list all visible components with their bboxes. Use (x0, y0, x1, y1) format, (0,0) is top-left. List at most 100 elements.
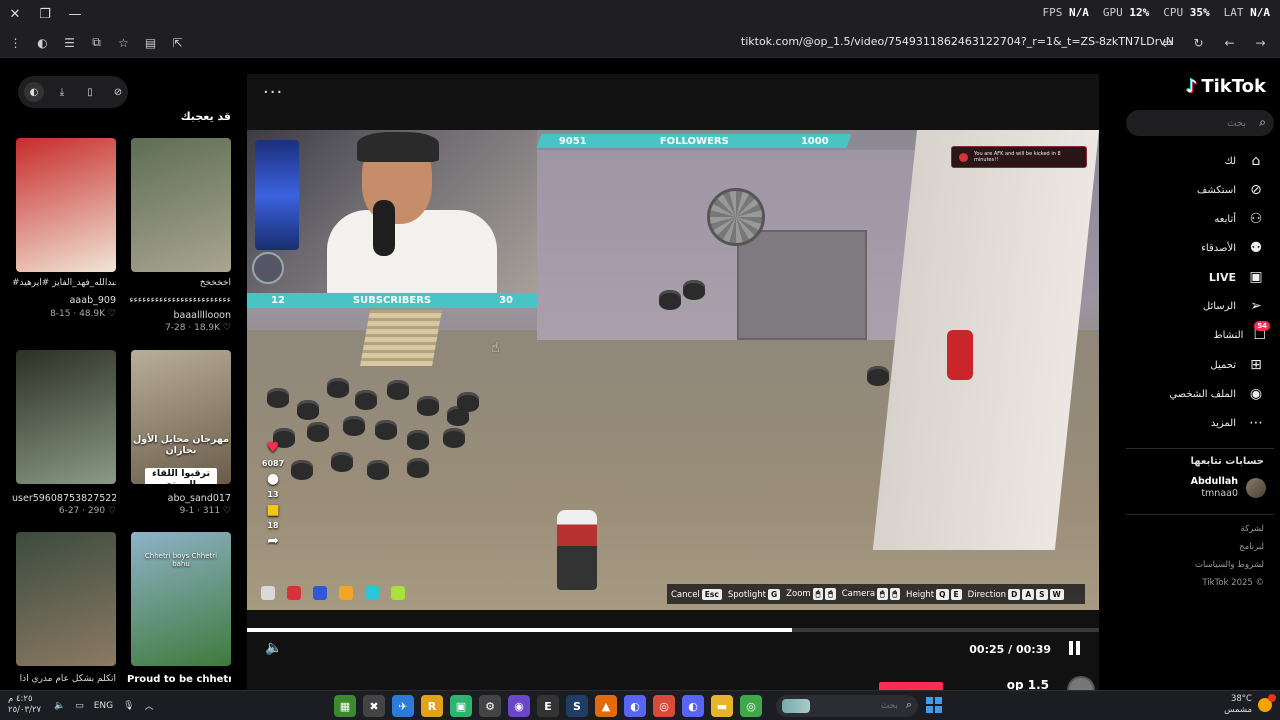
clock-time: ٤:٢٥ م (8, 694, 33, 704)
streamer-shirt (327, 210, 497, 298)
pause-button[interactable] (1069, 641, 1083, 655)
search-icon[interactable]: ⌕ (906, 698, 912, 712)
minimize-window-button[interactable]: — (60, 0, 90, 28)
taskbar-app-tool-icon[interactable]: ✖ (363, 695, 385, 717)
close-window-button[interactable]: ✕ (0, 0, 30, 28)
network-icon[interactable]: ▭ (75, 701, 84, 711)
language-indicator[interactable]: ENG (94, 701, 113, 711)
hud-key: W (1049, 588, 1064, 600)
game-barrel (343, 416, 365, 436)
taskbar-app-rockstar-icon[interactable]: R (421, 695, 443, 717)
creator-avatar-icon[interactable]: ◐ (24, 82, 44, 102)
taskbar-app-chrome-icon[interactable]: ◎ (740, 695, 762, 717)
compass-icon[interactable]: ⊘ (108, 82, 128, 102)
game-barrel (407, 430, 429, 450)
hud-label: Zoom (786, 589, 811, 599)
taskbar-app-epic-icon[interactable]: E (537, 695, 559, 717)
taskbar-app-chrome-active-icon[interactable]: ◎ (653, 695, 675, 717)
nav-item-live[interactable]: LIVE ▣ (1209, 266, 1266, 288)
restore-window-button[interactable]: ❐ (30, 0, 60, 28)
video-frame[interactable]: 9051 FOLLOWERS 1000 12 SUBSCRIBERS 30 Yo… (247, 130, 1099, 610)
video-thumbnail-5[interactable] (16, 532, 116, 666)
video-thumbnail-6[interactable]: Chhetri boys Chhetri bahu (131, 532, 231, 666)
follow-button-peek[interactable] (879, 682, 943, 690)
performance-overlay: FPS N/A GPU 12% CPU 35% LAT N/A (1043, 6, 1271, 19)
video-thumbnail-2[interactable] (131, 138, 231, 272)
video-author-2[interactable]: baaallllooon (127, 310, 231, 321)
streamer-webcam (247, 130, 537, 298)
nav-item-following[interactable]: أتابعه ⚇ (1214, 208, 1266, 230)
taskbar-app-explorer-icon[interactable]: ▬ (711, 695, 733, 717)
taskbar-app-settings-icon[interactable]: ⚙ (479, 695, 501, 717)
taskbar-app-discord-icon[interactable]: ◐ (624, 695, 646, 717)
volume-icon[interactable]: 🔈 (265, 640, 282, 656)
nav-item-home[interactable]: لك ⌂ (1225, 150, 1266, 172)
video-thumbnail-4[interactable]: مهرجان محايل الأول بجازان ترقبوا اللقاء … (131, 350, 231, 484)
speaker-icon[interactable]: 🔈 (54, 701, 65, 711)
taskbar-app-discord2-icon[interactable]: ◐ (682, 695, 704, 717)
profile-icon[interactable]: ◐ (31, 31, 54, 55)
video-progress-bar[interactable] (247, 628, 1099, 632)
game-barrel (297, 400, 319, 420)
tray-chevron-icon[interactable]: ︿ (145, 699, 154, 712)
phone-icon[interactable]: ▯ (80, 82, 100, 102)
taskbar-app-android-icon[interactable]: ▣ (450, 695, 472, 717)
subscribers-label: SUBSCRIBERS (352, 295, 432, 306)
share-arrow-icon[interactable]: ➦ (267, 533, 279, 549)
taskbar-app-steam-icon[interactable]: S (566, 695, 588, 717)
like-icon[interactable]: ♥ (267, 440, 280, 456)
video-thumbnail-1[interactable] (16, 138, 116, 272)
taskbar-app-messenger-icon[interactable]: ✈ (392, 695, 414, 717)
nav-item-messages[interactable]: الرسائل ➢ (1203, 295, 1266, 317)
footer-program-link[interactable]: لبرنامج (1239, 542, 1264, 552)
address-url[interactable]: tiktok.com/@op_1.5/video/754931186246312… (741, 35, 1174, 48)
extensions-icon[interactable]: ⧉ (85, 31, 108, 55)
nav-item-friends[interactable]: الأصدقاء ⚉ (1201, 237, 1266, 259)
nav-item-activity[interactable]: النشاط ☐ 54 (1213, 321, 1270, 346)
back-icon[interactable]: ← (1218, 31, 1241, 55)
reload-icon[interactable]: ↻ (1187, 31, 1210, 55)
weather-widget[interactable]: 38°C مشمس (1224, 694, 1276, 716)
menu-dots-icon[interactable]: ⋮ (4, 31, 27, 55)
taskbar-app-minecraft-icon[interactable]: ▦ (334, 695, 356, 717)
search-icon[interactable]: ⌕ (1259, 115, 1266, 130)
forward-icon[interactable]: → (1249, 31, 1272, 55)
taskbar-app-vlc-icon[interactable]: ▲ (595, 695, 617, 717)
tiktok-logo[interactable]: ♪ TikTok (1186, 76, 1266, 97)
nav-item-profile[interactable]: الملف الشخصي ◉ (1169, 383, 1266, 405)
video-author-1[interactable]: aaab_909 (12, 295, 116, 306)
hud-color-dot (287, 586, 301, 600)
subscribers-goal-bar: 12 SUBSCRIBERS 30 (247, 293, 537, 308)
followed-account[interactable]: Abdullah tmnaa0 (1191, 476, 1266, 500)
bookmark-icon[interactable]: ■ (266, 502, 279, 518)
bookmark-star-icon[interactable]: ☆ (112, 31, 135, 55)
hud-control-camera: Camera 🖱 🖱 (842, 588, 901, 600)
site-settings-icon[interactable]: ⇌ (1156, 31, 1179, 55)
footer-company-link[interactable]: لشركة (1241, 524, 1264, 534)
reading-list-icon[interactable]: ☰ (58, 31, 81, 55)
comment-icon[interactable]: ● (267, 471, 279, 487)
taskbar-clock[interactable]: ٤:٢٥ م ٢٥/٠٣/٢٧ (8, 694, 41, 716)
more-options-icon[interactable]: ··· (263, 82, 283, 103)
search-input[interactable] (1136, 114, 1246, 132)
video-author-4[interactable]: abo_sand017 (127, 493, 231, 504)
game-barrel (659, 290, 681, 310)
share-icon[interactable]: ⇱ (166, 31, 189, 55)
taskbar-search-input[interactable] (816, 698, 898, 714)
taskbar-app-discord-alt-icon[interactable]: ◉ (508, 695, 530, 717)
game-barrel (867, 366, 889, 386)
nav-item-upload[interactable]: تحميل ⊞ (1210, 354, 1266, 376)
hud-key: Esc (701, 588, 722, 600)
video-thumbnail-3[interactable] (16, 350, 116, 484)
download-icon[interactable]: ⤓ (52, 82, 72, 102)
hud-label: Spotlight (727, 589, 767, 600)
footer-terms-link[interactable]: لشروط والسياسات (1195, 560, 1264, 570)
video-author-3[interactable]: user59608753827522 (12, 493, 116, 504)
nav-item-explore[interactable]: استكشف ⊘ (1197, 179, 1266, 201)
microphone-icon[interactable]: 🎙 (123, 701, 134, 711)
nav-item-more[interactable]: المزيد ⋯ (1211, 412, 1266, 434)
afk-warning-text: You are AFK and will be kicked in 8 minu… (974, 151, 1061, 163)
collections-icon[interactable]: ▤ (139, 31, 162, 55)
start-button[interactable] (926, 697, 942, 713)
search-highlight-art (782, 699, 810, 713)
